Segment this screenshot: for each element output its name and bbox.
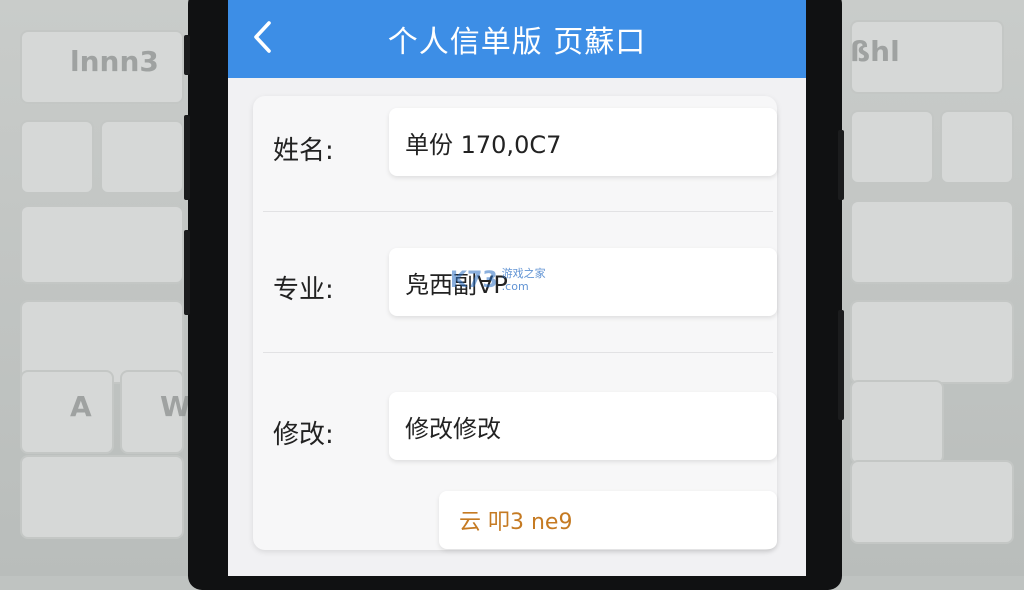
phone-side-button xyxy=(184,115,190,200)
form-row-name: 姓名: 单份 170,0C7 xyxy=(253,96,777,236)
bg-key xyxy=(20,205,184,284)
watermark-text: 游戏之家 .com xyxy=(502,267,546,293)
bg-key xyxy=(940,110,1014,184)
bg-key xyxy=(20,455,184,539)
major-label: 专业: xyxy=(273,275,334,305)
watermark-logo: K73 xyxy=(450,267,498,293)
divider xyxy=(263,352,773,353)
chevron-left-icon xyxy=(251,20,273,58)
bg-key-text: A xyxy=(70,390,92,423)
bg-key-text: ßhl xyxy=(850,35,900,68)
bg-key xyxy=(20,370,114,454)
phone-side-button xyxy=(838,130,844,200)
info-card: 姓名: 单份 170,0C7 专业: 凫西副∀P 修改: 修改修改 xyxy=(253,96,777,550)
bg-key xyxy=(100,120,184,194)
form-row-major: 专业: 凫西副∀P xyxy=(253,236,777,376)
phone-side-button xyxy=(838,310,844,420)
bg-key xyxy=(850,300,1014,384)
edit-field[interactable]: 修改修改 xyxy=(389,392,777,460)
name-field[interactable]: 单份 170,0C7 xyxy=(389,108,777,176)
edit-label: 修改: xyxy=(273,420,334,450)
watermark-line2: .com xyxy=(501,280,529,293)
bg-key-text: W xyxy=(160,390,191,423)
name-label: 姓名: xyxy=(273,136,334,166)
major-field[interactable]: 凫西副∀P xyxy=(389,248,777,316)
bg-key xyxy=(850,460,1014,544)
bg-key xyxy=(20,120,94,194)
divider xyxy=(263,211,773,212)
app-screen: 个人信单版 页蘇口 姓名: 单份 170,0C7 专业: 凫西副∀P 修改: 修… xyxy=(228,0,806,576)
bg-key xyxy=(850,380,944,464)
action-button[interactable]: 云 叩3 ne9 xyxy=(439,491,777,549)
app-bar: 个人信单版 页蘇口 xyxy=(228,0,806,78)
bg-key xyxy=(850,110,934,184)
watermark: K73 游戏之家 .com xyxy=(450,267,546,293)
bg-key-text: lnnn3 xyxy=(70,45,159,78)
page-title: 个人信单版 页蘇口 xyxy=(387,25,647,60)
phone-side-button xyxy=(184,35,190,75)
phone-side-button xyxy=(184,230,190,315)
watermark-line1: 游戏之家 xyxy=(501,267,546,280)
back-button[interactable] xyxy=(242,18,282,60)
bg-key xyxy=(850,200,1014,284)
